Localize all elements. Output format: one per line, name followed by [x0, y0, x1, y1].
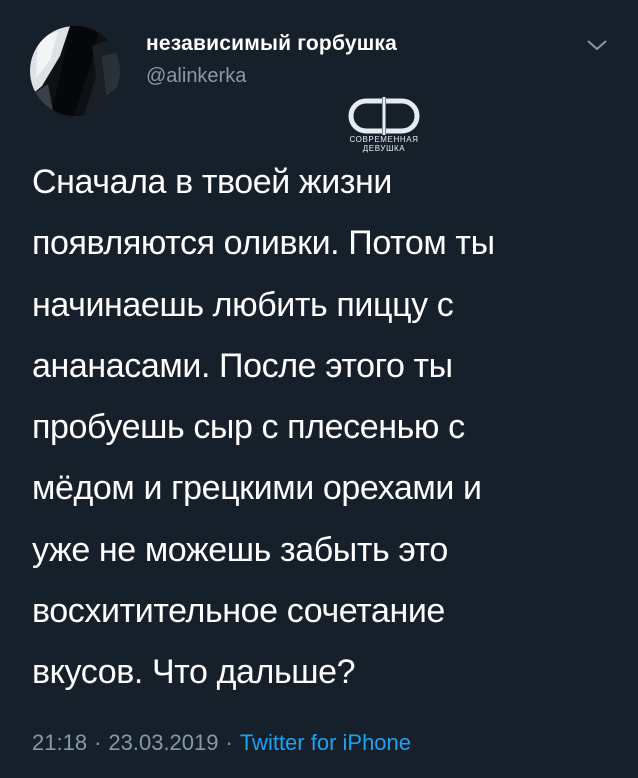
- avatar[interactable]: [30, 26, 120, 116]
- tweet-source-link[interactable]: Twitter for iPhone: [240, 730, 411, 755]
- tweet-time: 21:18: [32, 730, 88, 755]
- tweet-line: появляются оливки. Потом ты: [32, 224, 495, 263]
- display-name[interactable]: независимый горбушка: [146, 32, 397, 56]
- tweet-text: Сначала в твоей жизни появляются оливки.…: [32, 152, 612, 704]
- tweet-line: мёдом и грецкими орехами и: [32, 469, 482, 508]
- meta-separator: ·: [94, 730, 102, 755]
- user-handle[interactable]: @alinkerka: [146, 65, 246, 88]
- tweet-date: 23.03.2019: [108, 730, 219, 755]
- tweet-line: Сначала в твоей жизни: [32, 163, 393, 201]
- tweet-line: восхитительное сочетание: [32, 592, 445, 631]
- tweet-line: начинаешь любить пиццу с: [32, 285, 454, 324]
- tweet-line: уже не можешь забыть это: [32, 530, 448, 569]
- tweet-line: ананасами. После этого ты: [32, 346, 453, 385]
- tweet-line: пробуешь сыр с плесенью с: [32, 408, 465, 447]
- avatar-image: [30, 26, 120, 116]
- watermark-line-1: СОВРЕМЕННАЯ: [349, 135, 419, 144]
- chevron-down-icon[interactable]: [585, 36, 609, 54]
- watermark-mark: [348, 97, 420, 135]
- meta-separator: ·: [225, 730, 233, 755]
- tweet-meta: 21:18 · 23.03.2019 · Twitter for iPhone: [32, 730, 411, 756]
- tweet-line: вкусов. Что дальше?: [32, 653, 356, 692]
